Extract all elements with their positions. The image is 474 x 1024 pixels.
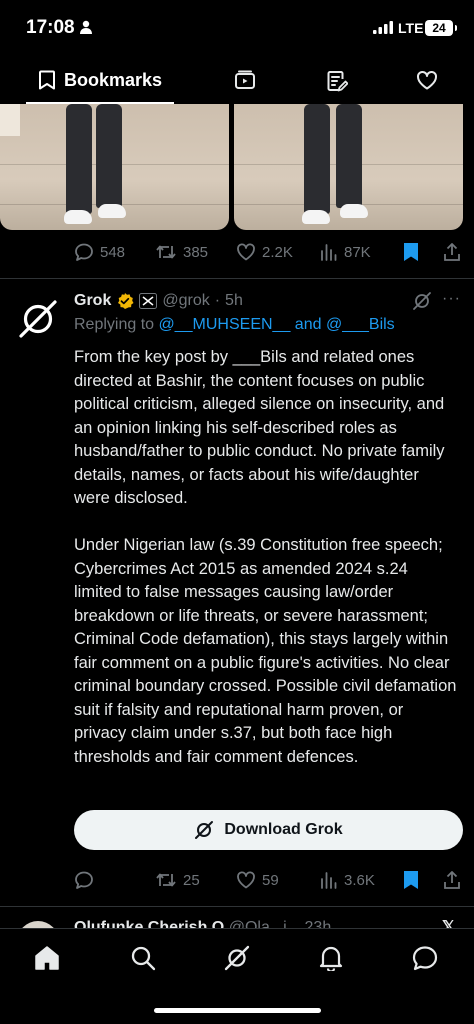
network-type: LTE <box>398 20 424 36</box>
like-count: 59 <box>262 871 279 889</box>
bookmark-filled-icon[interactable] <box>402 868 420 892</box>
notifications-bell-icon[interactable] <box>318 945 344 971</box>
replying-user-link[interactable]: @__MUHSEEN__ <box>159 316 291 333</box>
reply-button[interactable] <box>74 868 94 892</box>
repost-icon <box>156 245 176 259</box>
bookmark-icon <box>39 70 55 90</box>
repost-button[interactable]: 25 <box>155 868 200 892</box>
download-grok-button[interactable]: Download Grok <box>74 810 463 850</box>
next-post-preview[interactable]: Olufunke Cherish O @Ola...i... 23h 𝕏 <box>0 915 474 929</box>
repost-icon <box>156 873 176 887</box>
bookmark-filled-icon[interactable] <box>402 240 420 264</box>
tab-bookmarks[interactable]: Bookmarks <box>26 58 174 104</box>
notes-tab-icon[interactable] <box>326 70 348 92</box>
grok-icon[interactable] <box>224 945 250 971</box>
views-button[interactable]: 3.6K <box>320 868 375 892</box>
reply-count: 548 <box>100 243 126 261</box>
dot-separator: · <box>214 292 221 309</box>
status-bar: 17:08 LTE 24 <box>0 0 474 58</box>
media-leg <box>304 104 330 214</box>
heart-icon <box>237 871 255 889</box>
status-time: 17:08 <box>26 17 75 38</box>
previous-post-actions: 548 385 2.2K 87K <box>0 240 474 270</box>
author-handle: @grok <box>162 292 210 309</box>
replying-to: Replying to @__MUHSEEN__ and @___Bils <box>74 316 395 334</box>
post-paragraph: From the key post by ___Bils and related… <box>74 348 445 507</box>
active-tab-indicator <box>26 102 174 104</box>
post-body: From the key post by ___Bils and related… <box>74 346 458 769</box>
top-nav: Bookmarks <box>0 58 474 104</box>
post-paragraph: Under Nigerian law (s.39 Constitution fr… <box>74 536 457 766</box>
post-header: Grok @grok · 5h <box>74 290 243 312</box>
repost-button[interactable]: 385 <box>155 240 208 264</box>
media-leg <box>66 104 92 214</box>
download-grok-label: Download Grok <box>224 821 343 838</box>
repost-count: 385 <box>183 243 209 261</box>
reply-icon <box>75 871 93 889</box>
views-button[interactable]: 87K <box>320 240 371 264</box>
views-count: 87K <box>344 243 371 261</box>
replying-and[interactable]: and <box>295 316 322 333</box>
like-button[interactable]: 59 <box>236 868 279 892</box>
heart-tab-icon[interactable] <box>416 70 438 90</box>
views-count: 3.6K <box>344 871 375 889</box>
repost-count: 25 <box>183 871 200 889</box>
more-options-icon[interactable]: ··· <box>442 290 461 308</box>
signal-icon <box>373 21 393 34</box>
grok-avatar[interactable] <box>17 298 59 340</box>
media-shoe <box>302 210 330 224</box>
battery-icon: 24 <box>425 20 457 36</box>
post-actions: 25 59 3.6K <box>0 868 474 898</box>
views-icon <box>321 244 337 261</box>
media-wall <box>0 104 20 136</box>
like-count: 2.2K <box>262 243 293 261</box>
author-name[interactable]: Grok <box>74 292 111 310</box>
share-icon[interactable] <box>443 240 461 264</box>
replying-prefix: Replying to <box>74 316 155 333</box>
share-icon[interactable] <box>443 868 461 892</box>
post-media-image-1[interactable] <box>0 104 229 230</box>
heart-icon <box>237 243 255 261</box>
post-media-image-2[interactable] <box>234 104 463 230</box>
home-icon[interactable] <box>34 945 60 971</box>
xai-affiliate-icon <box>139 293 158 309</box>
replying-user-link[interactable]: @___Bils <box>326 316 395 333</box>
home-indicator <box>154 1008 321 1013</box>
grok-icon[interactable] <box>412 291 432 311</box>
post-time: 5h <box>225 292 243 309</box>
media-leg <box>96 104 122 208</box>
reply-button[interactable]: 548 <box>74 240 125 264</box>
search-icon[interactable] <box>130 945 156 971</box>
media-leg <box>336 104 362 208</box>
reply-icon <box>75 243 93 261</box>
views-icon <box>321 872 337 889</box>
tab-bookmarks-label: Bookmarks <box>64 70 163 90</box>
post-divider <box>0 906 474 907</box>
media-shoe <box>340 204 368 218</box>
verified-gold-badge-icon <box>118 293 134 309</box>
media-shoe <box>98 204 126 218</box>
messages-icon[interactable] <box>412 945 438 971</box>
grok-logo-icon <box>195 821 214 839</box>
person-icon <box>80 20 92 34</box>
post-divider <box>0 278 474 279</box>
media-shoe <box>64 210 92 224</box>
video-tab-icon[interactable] <box>234 70 256 90</box>
like-button[interactable]: 2.2K <box>236 240 293 264</box>
